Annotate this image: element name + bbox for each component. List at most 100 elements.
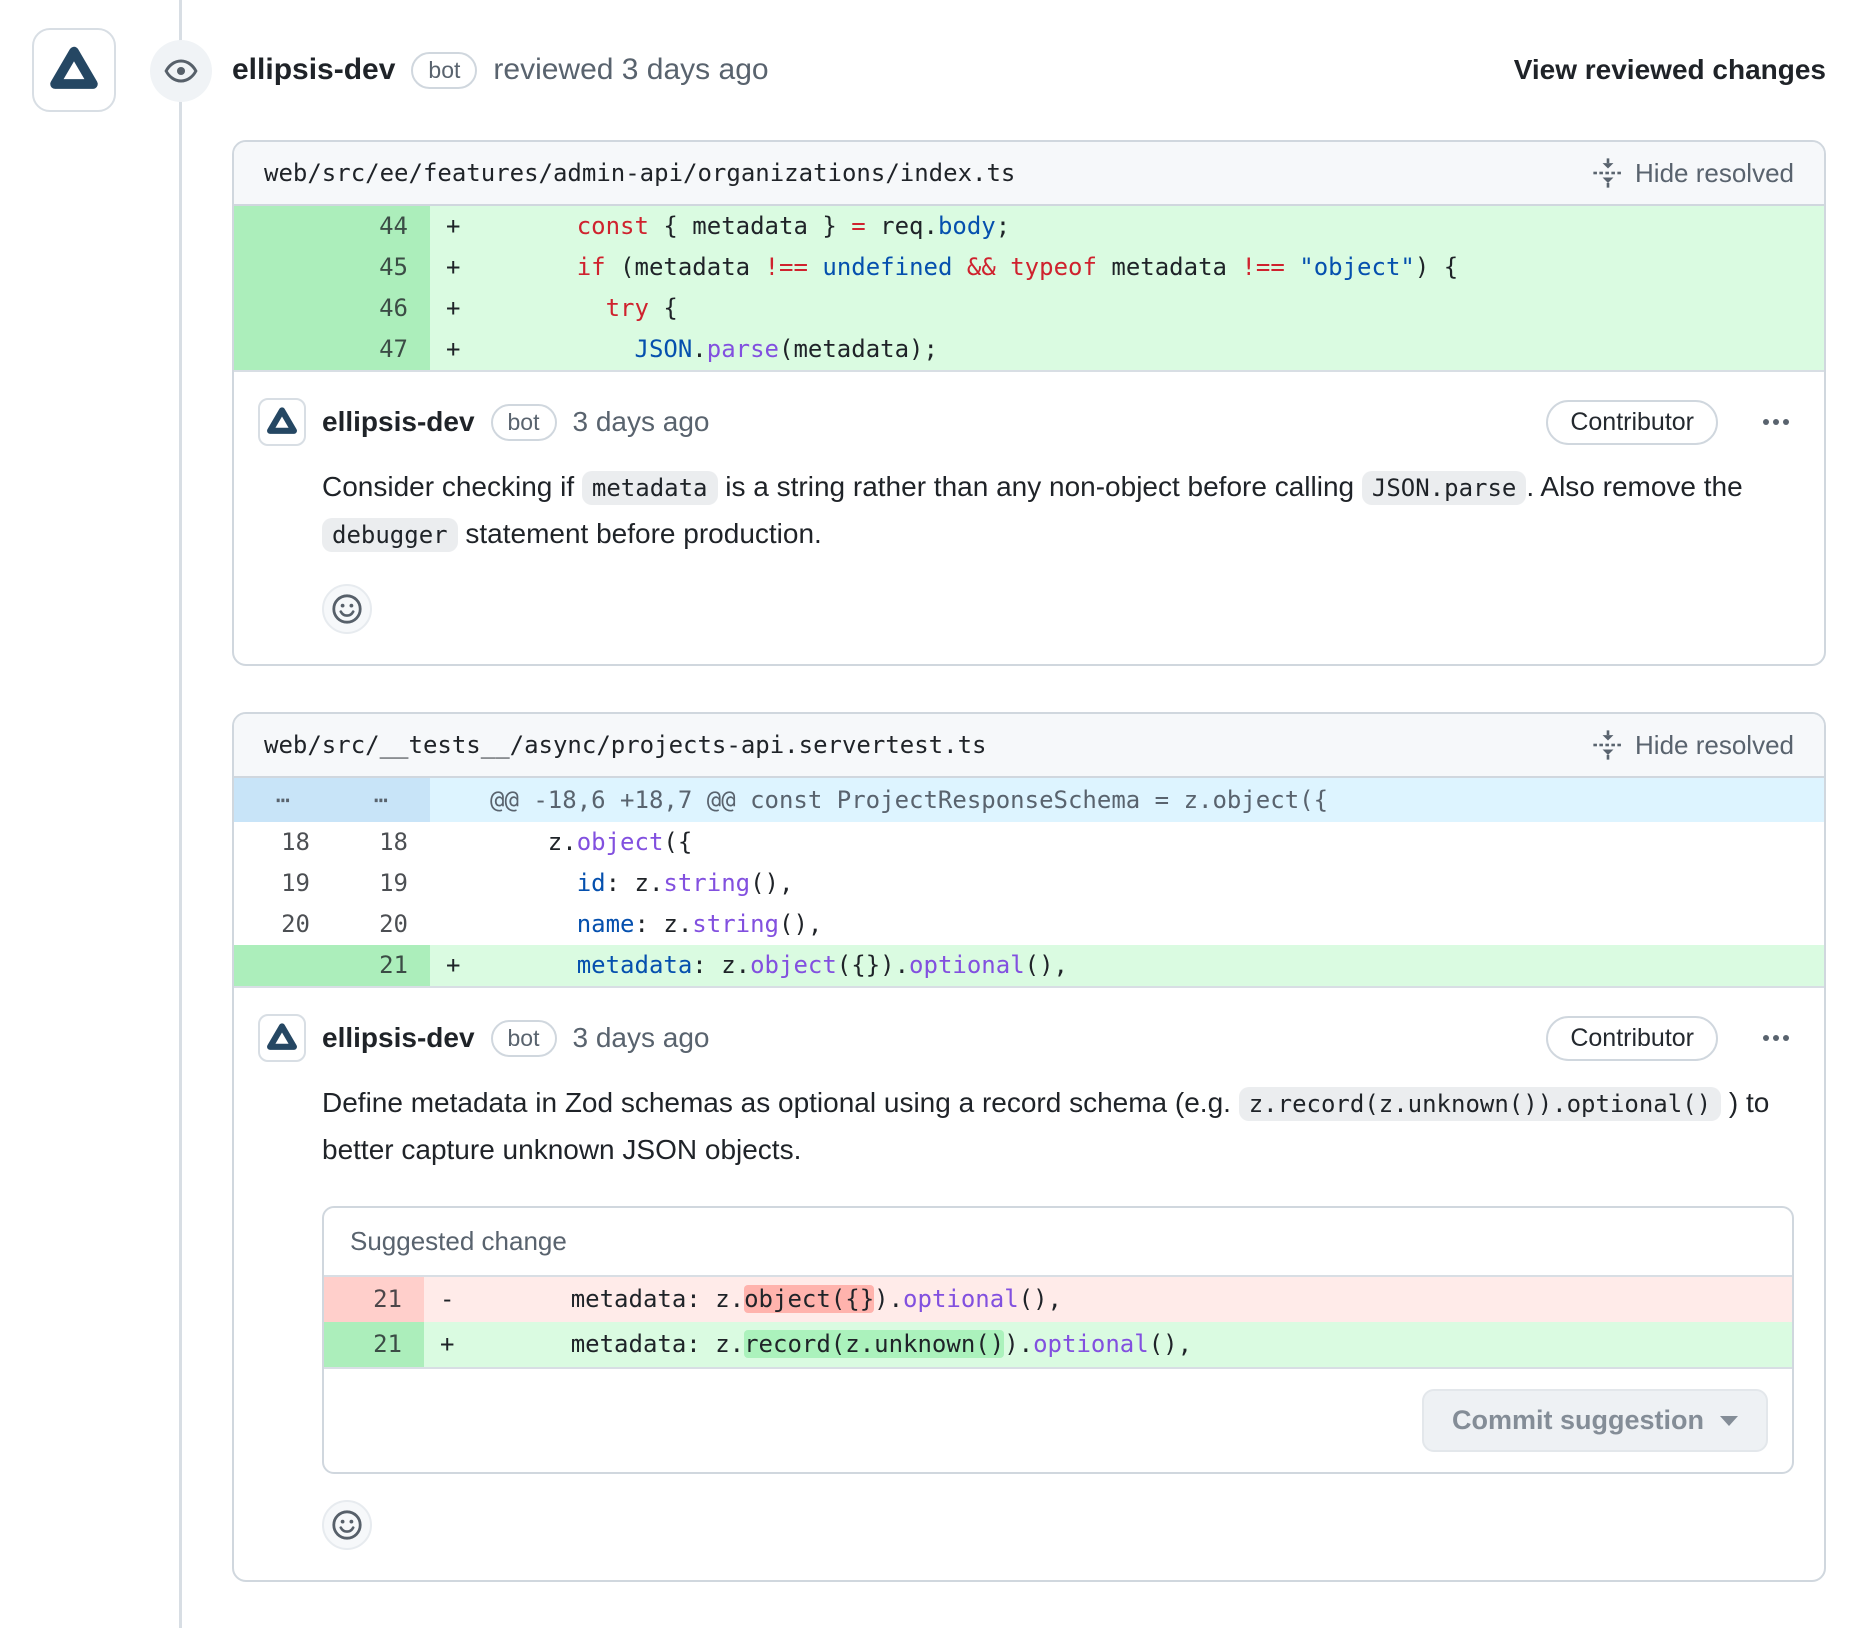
comment-timestamp[interactable]: 3 days ago (573, 406, 710, 438)
file-header: web/src/ee/features/admin-api/organizati… (234, 142, 1824, 206)
comment-timestamp[interactable]: 3 days ago (573, 1022, 710, 1054)
code-line: metadata: z.record(z.unknown()).optional… (474, 1322, 1192, 1367)
code-token: ). (874, 1285, 903, 1313)
diff-marker: + (424, 1322, 474, 1367)
code-token (808, 253, 822, 281)
code-token: JSON (635, 335, 693, 363)
code-token: req. (866, 212, 938, 240)
comment-author[interactable]: ellipsis-dev (322, 1022, 475, 1054)
ellipsis-logo-icon (265, 405, 299, 439)
ellipsis-logo-icon (47, 43, 101, 97)
line-number[interactable]: 18 (332, 822, 430, 863)
line-number[interactable]: 46 (332, 288, 430, 329)
code-token: : z. (635, 910, 693, 938)
bot-badge: bot (491, 1020, 557, 1057)
code-token: optional (1033, 1330, 1149, 1358)
code-token: : z. (606, 869, 664, 897)
inline-code: JSON.parse (1362, 471, 1527, 505)
code-token: (), (779, 910, 822, 938)
diff-row-add: 46+ try { (234, 288, 1824, 329)
kebab-icon (1760, 406, 1792, 438)
diff-row-add: 21+ metadata: z.object({}).optional(), (234, 945, 1824, 986)
review-thread-card: web/src/ee/features/admin-api/organizati… (232, 140, 1826, 666)
review-comment: ellipsis-dev bot 3 days ago Contributor … (234, 372, 1824, 664)
code-token (490, 294, 606, 322)
comment-header: ellipsis-dev bot 3 days ago Contributor (258, 1014, 1800, 1062)
code-token: { metadata } (649, 212, 851, 240)
line-number[interactable] (234, 206, 332, 247)
line-number[interactable] (234, 329, 332, 370)
code-token: string (692, 910, 779, 938)
pull-request-review-page: ellipsis-dev bot reviewed 3 days ago Vie… (0, 0, 1858, 1628)
code-line: try { (480, 288, 678, 329)
code-token (490, 212, 577, 240)
line-number[interactable]: 19 (332, 863, 430, 904)
code-token: try (606, 294, 649, 322)
diff-row-add: 45+ if (metadata !== undefined && typeof… (234, 247, 1824, 288)
code-token: record(z.unknown() (744, 1330, 1004, 1358)
inline-code: debugger (322, 518, 458, 552)
comment-text: Define metadata in Zod schemas as option… (322, 1087, 1239, 1118)
line-number[interactable]: 44 (332, 206, 430, 247)
file-path-link[interactable]: web/src/__tests__/async/projects-api.ser… (264, 731, 986, 759)
code-token: typeof (1010, 253, 1097, 281)
line-number[interactable]: 20 (332, 904, 430, 945)
code-token: : z. (692, 951, 750, 979)
code-line: const { metadata } = req.body; (480, 206, 1010, 247)
kebab-menu-button[interactable] (1760, 406, 1792, 438)
comment-avatar[interactable] (258, 1014, 306, 1062)
code-token (490, 951, 577, 979)
view-reviewed-changes-link[interactable]: View reviewed changes (1514, 54, 1826, 86)
hide-resolved-button[interactable]: Hide resolved (1593, 730, 1794, 761)
suggested-change-title: Suggested change (324, 1208, 1792, 1275)
line-number[interactable]: ⋯ (332, 778, 430, 822)
code-line: metadata: z.object({}).optional(), (480, 945, 1068, 986)
commit-suggestion-button[interactable]: Commit suggestion (1422, 1389, 1768, 1452)
line-number[interactable]: ⋯ (234, 778, 332, 822)
add-reaction-button[interactable] (322, 584, 372, 634)
reviewer-name[interactable]: ellipsis-dev (232, 53, 395, 87)
line-number[interactable]: 18 (234, 822, 332, 863)
fold-icon (1593, 730, 1623, 760)
file-header: web/src/__tests__/async/projects-api.ser… (234, 714, 1824, 778)
code-token: if (577, 253, 606, 281)
add-reaction-button[interactable] (322, 1500, 372, 1550)
code-token (490, 335, 635, 363)
diff-marker: + (430, 945, 480, 986)
kebab-menu-button[interactable] (1760, 1022, 1792, 1054)
review-action-text: reviewed 3 days ago (493, 53, 768, 87)
diff-marker (430, 863, 480, 904)
code-token (490, 869, 577, 897)
comment-header: ellipsis-dev bot 3 days ago Contributor (258, 398, 1800, 446)
reviewer-avatar[interactable] (32, 28, 116, 112)
review-header: ellipsis-dev bot reviewed 3 days ago Vie… (0, 0, 1858, 140)
comment-avatar[interactable] (258, 398, 306, 446)
code-token: (metadata (606, 253, 765, 281)
line-number[interactable]: 21 (332, 945, 430, 986)
line-number[interactable]: 20 (234, 904, 332, 945)
diff-marker: + (430, 288, 480, 329)
diff-block: ⋯⋯@@ -18,6 +18,7 @@ const ProjectRespons… (234, 778, 1824, 988)
line-number[interactable] (234, 288, 332, 329)
line-number[interactable]: 21 (324, 1277, 424, 1322)
code-line: JSON.parse(metadata); (480, 329, 938, 370)
line-number[interactable] (234, 945, 332, 986)
line-number[interactable]: 45 (332, 247, 430, 288)
diff-row-context: 1919 id: z.string(), (234, 863, 1824, 904)
diff-row-del: 21- metadata: z.object({}).optional(), (324, 1277, 1792, 1322)
line-number[interactable]: 19 (234, 863, 332, 904)
comment-text: Consider checking if (322, 471, 582, 502)
contributor-badge: Contributor (1546, 1016, 1718, 1061)
comment-body: Define metadata in Zod schemas as option… (322, 1080, 1800, 1172)
line-number[interactable]: 47 (332, 329, 430, 370)
code-token: metadata (577, 951, 693, 979)
comment-author[interactable]: ellipsis-dev (322, 406, 475, 438)
line-number[interactable] (234, 247, 332, 288)
code-token: ) { (1415, 253, 1458, 281)
file-path-link[interactable]: web/src/ee/features/admin-api/organizati… (264, 159, 1015, 187)
comment-body: Consider checking if metadata is a strin… (322, 464, 1800, 558)
diff-marker: + (430, 329, 480, 370)
line-number[interactable]: 21 (324, 1322, 424, 1367)
hide-resolved-button[interactable]: Hide resolved (1593, 158, 1794, 189)
diff-marker: + (430, 247, 480, 288)
